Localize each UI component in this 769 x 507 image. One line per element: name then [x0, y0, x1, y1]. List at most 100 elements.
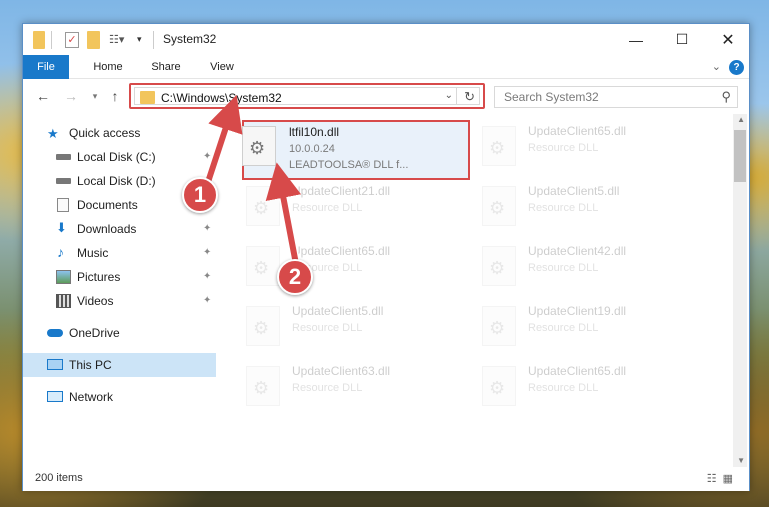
network-icon	[47, 391, 63, 402]
file-type: Resource DLL	[528, 202, 599, 214]
sidebar-item-downloads[interactable]: ⬇ Downloads ✦	[23, 217, 216, 241]
list-item[interactable]: ⚙ UpdateClient19.dll Resource DLL	[468, 298, 693, 356]
star-icon: ★	[47, 126, 59, 141]
address-bar[interactable]: C:\Windows\System32 ⌄ ↻	[129, 83, 485, 109]
videos-icon	[56, 294, 71, 308]
list-item[interactable]: ⚙ UpdateClient5.dll Resource DLL	[232, 298, 457, 356]
chevron-down-icon[interactable]: ⌄	[445, 90, 453, 101]
pin-icon[interactable]: ✦	[203, 223, 211, 234]
file-name: UpdateClient63.dll	[292, 364, 391, 378]
help-icon[interactable]: ?	[729, 60, 744, 75]
forward-arrow-icon[interactable]: →	[61, 88, 81, 104]
scroll-up-icon[interactable]: ▲	[737, 115, 745, 124]
search-icon[interactable]: ⚲	[721, 89, 731, 105]
pc-icon	[47, 359, 63, 370]
scroll-thumb[interactable]	[734, 130, 746, 182]
file-name: UpdateClient42.dll	[528, 244, 627, 258]
tab-home[interactable]: Home	[83, 55, 133, 79]
file-name: UpdateClient65.dll	[528, 364, 627, 378]
file-name: UpdateClient21.dll	[292, 184, 391, 198]
sidebar-item-onedrive[interactable]: OneDrive	[23, 321, 216, 345]
pin-icon[interactable]: ✦	[203, 151, 211, 162]
file-type: Resource DLL	[528, 382, 599, 394]
title-bar: ✓ ☷▾ ▾ System32 — ☐ ✕	[23, 24, 749, 55]
list-item[interactable]: ⚙ UpdateClient21.dll Resource DLL	[232, 178, 457, 236]
highlighted-file-tile[interactable]: ⚙ ltfil10n.dll 10.0.0.24 LEADTOOLSA® DLL…	[242, 120, 470, 180]
sidebar-item-music[interactable]: ♪ Music ✦	[23, 241, 216, 265]
dll-file-icon: ⚙	[246, 306, 280, 346]
tab-view[interactable]: View	[199, 55, 245, 79]
file-name: UpdateClient5.dll	[528, 184, 620, 198]
sidebar-item-label: Documents	[77, 198, 138, 212]
tab-share[interactable]: Share	[141, 55, 191, 79]
list-item[interactable]: ⚙ UpdateClient65.dll Resource DLL	[232, 238, 457, 296]
sidebar-item-this-pc[interactable]: This PC	[23, 353, 216, 377]
maximize-button[interactable]: ☐	[659, 24, 705, 55]
list-item[interactable]: ⚙ UpdateClient42.dll Resource DLL	[468, 238, 693, 296]
sidebar-item-videos[interactable]: Videos ✦	[23, 289, 216, 313]
back-arrow-icon[interactable]: ←	[33, 88, 53, 104]
separator	[153, 31, 154, 49]
pictures-icon	[56, 270, 71, 284]
customize-toolbar-icon[interactable]: ☷▾	[109, 33, 127, 51]
pin-icon[interactable]: ✦	[203, 295, 211, 306]
music-icon: ♪	[57, 244, 64, 260]
chevron-down-icon[interactable]: ▾	[137, 34, 142, 52]
list-item[interactable]: ⚙ UpdateClient63.dll Resource DLL	[232, 358, 457, 416]
close-button[interactable]: ✕	[705, 24, 751, 55]
file-name: UpdateClient19.dll	[528, 304, 627, 318]
view-toggle-icons[interactable]: ☷▦	[707, 472, 739, 485]
address-path[interactable]: C:\Windows\System32	[161, 91, 282, 105]
search-input[interactable]: Search System32 ⚲	[494, 86, 738, 108]
folder-icon	[33, 31, 45, 49]
item-count: 200 items	[35, 472, 83, 484]
file-type: Resource DLL	[528, 322, 599, 334]
sidebar-item-label: Network	[69, 390, 114, 404]
sidebar-item-label: Pictures	[77, 270, 121, 284]
new-folder-icon[interactable]	[87, 31, 100, 49]
sidebar-item-network[interactable]: Network	[23, 385, 216, 409]
dll-file-icon: ⚙	[482, 186, 516, 226]
pin-icon[interactable]: ✦	[203, 247, 211, 258]
list-item[interactable]: ⚙ ltfil10n.dll 10.0.0.24 LEADTOOLSA® DLL…	[242, 120, 467, 178]
file-type: Resource DLL	[292, 382, 363, 394]
downloads-icon: ⬇	[56, 220, 67, 235]
file-name: ltfil10n.dll	[289, 125, 340, 139]
scroll-down-icon[interactable]: ▼	[737, 456, 745, 465]
separator	[51, 31, 52, 49]
sidebar-item-local-disk-c[interactable]: Local Disk (C:) ✦	[23, 145, 216, 169]
sidebar-item-label: Downloads	[77, 222, 137, 236]
window-title: System32	[163, 32, 217, 46]
list-item[interactable]: ⚙ UpdateClient65.dll Resource DLL	[468, 118, 693, 176]
dll-file-icon: ⚙	[246, 366, 280, 406]
dll-file-icon: ⚙	[482, 126, 516, 166]
up-arrow-icon[interactable]: ↑	[105, 88, 125, 104]
file-type: Resource DLL	[292, 202, 363, 214]
dll-file-icon: ⚙	[242, 126, 276, 166]
list-item[interactable]: ⚙ UpdateClient65.dll Resource DLL	[468, 358, 693, 416]
list-item[interactable]: ⚙ UpdateClient5.dll Resource DLL	[468, 178, 693, 236]
file-description: LEADTOOLSA® DLL f...	[289, 159, 409, 171]
refresh-icon[interactable]: ↻	[464, 89, 475, 105]
sidebar-item-quick-access[interactable]: ★ Quick access	[23, 121, 216, 145]
status-bar: 200 items ☷▦	[23, 467, 749, 491]
pin-icon[interactable]: ✦	[203, 271, 211, 282]
file-type: Resource DLL	[292, 322, 363, 334]
documents-icon	[57, 198, 69, 212]
tab-file[interactable]: File	[23, 55, 69, 79]
dll-file-icon: ⚙	[482, 306, 516, 346]
minimize-button[interactable]: —	[613, 24, 659, 55]
sidebar-item-label: This PC	[69, 358, 112, 372]
file-name: UpdateClient65.dll	[528, 124, 627, 138]
sidebar-item-label: Music	[77, 246, 109, 260]
properties-icon[interactable]: ✓	[65, 32, 79, 48]
navigation-bar: ← → ▾ ↑ C:\Windows\System32 ⌄ ↻ Search S…	[23, 80, 749, 113]
separator	[456, 88, 457, 104]
onedrive-icon	[47, 329, 63, 337]
file-name: UpdateClient5.dll	[292, 304, 384, 318]
sidebar-item-pictures[interactable]: Pictures ✦	[23, 265, 216, 289]
drive-icon	[56, 178, 71, 184]
sidebar-item-label: Videos	[77, 294, 114, 308]
expand-ribbon-icon[interactable]: ⌄	[712, 60, 721, 73]
recent-locations-icon[interactable]: ▾	[85, 91, 105, 102]
